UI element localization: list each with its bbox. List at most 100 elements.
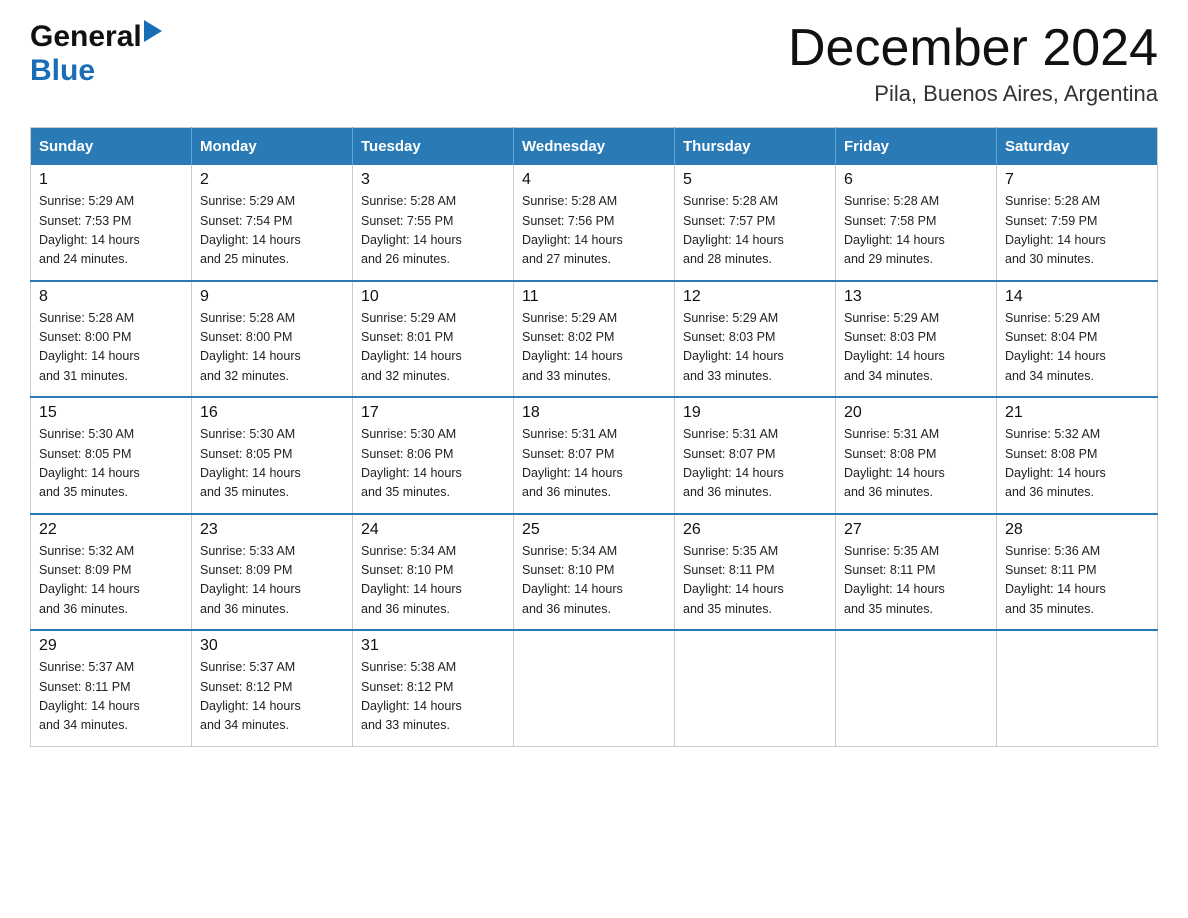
day-info: Sunrise: 5:36 AMSunset: 8:11 PMDaylight:… <box>1005 542 1149 620</box>
logo: General Blue <box>30 20 162 88</box>
day-info: Sunrise: 5:31 AMSunset: 8:08 PMDaylight:… <box>844 425 988 503</box>
day-number: 1 <box>39 171 183 189</box>
day-info: Sunrise: 5:29 AMSunset: 8:01 PMDaylight:… <box>361 309 505 387</box>
calendar-cell: 3 Sunrise: 5:28 AMSunset: 7:55 PMDayligh… <box>353 165 514 281</box>
day-number: 12 <box>683 288 827 306</box>
day-info: Sunrise: 5:33 AMSunset: 8:09 PMDaylight:… <box>200 542 344 620</box>
day-number: 20 <box>844 404 988 422</box>
calendar-cell: 17 Sunrise: 5:30 AMSunset: 8:06 PMDaylig… <box>353 397 514 514</box>
title-block: December 2024 Pila, Buenos Aires, Argent… <box>788 20 1158 107</box>
calendar-cell: 20 Sunrise: 5:31 AMSunset: 8:08 PMDaylig… <box>836 397 997 514</box>
calendar-cell: 6 Sunrise: 5:28 AMSunset: 7:58 PMDayligh… <box>836 165 997 281</box>
day-number: 10 <box>361 288 505 306</box>
day-number: 24 <box>361 521 505 539</box>
day-info: Sunrise: 5:29 AMSunset: 8:04 PMDaylight:… <box>1005 309 1149 387</box>
day-number: 19 <box>683 404 827 422</box>
calendar-week-row: 29 Sunrise: 5:37 AMSunset: 8:11 PMDaylig… <box>31 630 1158 746</box>
page-header: General Blue December 2024 Pila, Buenos … <box>30 20 1158 107</box>
day-number: 9 <box>200 288 344 306</box>
day-info: Sunrise: 5:37 AMSunset: 8:12 PMDaylight:… <box>200 658 344 736</box>
calendar-cell: 29 Sunrise: 5:37 AMSunset: 8:11 PMDaylig… <box>31 630 192 746</box>
calendar-week-row: 1 Sunrise: 5:29 AMSunset: 7:53 PMDayligh… <box>31 165 1158 281</box>
calendar-cell: 4 Sunrise: 5:28 AMSunset: 7:56 PMDayligh… <box>514 165 675 281</box>
calendar-week-row: 15 Sunrise: 5:30 AMSunset: 8:05 PMDaylig… <box>31 397 1158 514</box>
day-info: Sunrise: 5:38 AMSunset: 8:12 PMDaylight:… <box>361 658 505 736</box>
calendar-cell: 25 Sunrise: 5:34 AMSunset: 8:10 PMDaylig… <box>514 514 675 631</box>
calendar-cell: 24 Sunrise: 5:34 AMSunset: 8:10 PMDaylig… <box>353 514 514 631</box>
day-info: Sunrise: 5:31 AMSunset: 8:07 PMDaylight:… <box>683 425 827 503</box>
calendar-cell: 28 Sunrise: 5:36 AMSunset: 8:11 PMDaylig… <box>997 514 1158 631</box>
calendar-cell: 9 Sunrise: 5:28 AMSunset: 8:00 PMDayligh… <box>192 281 353 398</box>
day-number: 31 <box>361 637 505 655</box>
day-info: Sunrise: 5:28 AMSunset: 7:58 PMDaylight:… <box>844 192 988 270</box>
day-info: Sunrise: 5:28 AMSunset: 7:59 PMDaylight:… <box>1005 192 1149 270</box>
day-info: Sunrise: 5:29 AMSunset: 8:02 PMDaylight:… <box>522 309 666 387</box>
day-info: Sunrise: 5:30 AMSunset: 8:05 PMDaylight:… <box>200 425 344 503</box>
calendar-cell: 21 Sunrise: 5:32 AMSunset: 8:08 PMDaylig… <box>997 397 1158 514</box>
day-number: 22 <box>39 521 183 539</box>
day-info: Sunrise: 5:28 AMSunset: 7:56 PMDaylight:… <box>522 192 666 270</box>
page-subtitle: Pila, Buenos Aires, Argentina <box>788 81 1158 107</box>
day-number: 16 <box>200 404 344 422</box>
weekday-header-row: SundayMondayTuesdayWednesdayThursdayFrid… <box>31 128 1158 166</box>
day-number: 26 <box>683 521 827 539</box>
day-info: Sunrise: 5:32 AMSunset: 8:09 PMDaylight:… <box>39 542 183 620</box>
weekday-header-wednesday: Wednesday <box>514 128 675 166</box>
day-info: Sunrise: 5:28 AMSunset: 7:57 PMDaylight:… <box>683 192 827 270</box>
day-number: 13 <box>844 288 988 306</box>
day-info: Sunrise: 5:35 AMSunset: 8:11 PMDaylight:… <box>683 542 827 620</box>
calendar-cell: 1 Sunrise: 5:29 AMSunset: 7:53 PMDayligh… <box>31 165 192 281</box>
calendar-cell: 8 Sunrise: 5:28 AMSunset: 8:00 PMDayligh… <box>31 281 192 398</box>
logo-blue-text: Blue <box>30 54 95 88</box>
day-info: Sunrise: 5:35 AMSunset: 8:11 PMDaylight:… <box>844 542 988 620</box>
calendar-cell <box>514 630 675 746</box>
calendar-cell: 27 Sunrise: 5:35 AMSunset: 8:11 PMDaylig… <box>836 514 997 631</box>
day-number: 8 <box>39 288 183 306</box>
day-number: 28 <box>1005 521 1149 539</box>
weekday-header-thursday: Thursday <box>675 128 836 166</box>
day-info: Sunrise: 5:34 AMSunset: 8:10 PMDaylight:… <box>522 542 666 620</box>
day-number: 11 <box>522 288 666 306</box>
calendar-cell: 13 Sunrise: 5:29 AMSunset: 8:03 PMDaylig… <box>836 281 997 398</box>
day-number: 27 <box>844 521 988 539</box>
day-number: 2 <box>200 171 344 189</box>
calendar-cell <box>997 630 1158 746</box>
calendar-cell: 31 Sunrise: 5:38 AMSunset: 8:12 PMDaylig… <box>353 630 514 746</box>
day-number: 14 <box>1005 288 1149 306</box>
logo-general-text: General <box>30 20 142 54</box>
page-title: December 2024 <box>788 20 1158 77</box>
day-info: Sunrise: 5:32 AMSunset: 8:08 PMDaylight:… <box>1005 425 1149 503</box>
weekday-header-friday: Friday <box>836 128 997 166</box>
calendar-cell: 14 Sunrise: 5:29 AMSunset: 8:04 PMDaylig… <box>997 281 1158 398</box>
calendar-cell: 7 Sunrise: 5:28 AMSunset: 7:59 PMDayligh… <box>997 165 1158 281</box>
day-info: Sunrise: 5:34 AMSunset: 8:10 PMDaylight:… <box>361 542 505 620</box>
calendar-cell: 22 Sunrise: 5:32 AMSunset: 8:09 PMDaylig… <box>31 514 192 631</box>
calendar-cell <box>675 630 836 746</box>
day-number: 17 <box>361 404 505 422</box>
day-number: 30 <box>200 637 344 655</box>
day-number: 5 <box>683 171 827 189</box>
calendar-cell: 5 Sunrise: 5:28 AMSunset: 7:57 PMDayligh… <box>675 165 836 281</box>
calendar-cell: 30 Sunrise: 5:37 AMSunset: 8:12 PMDaylig… <box>192 630 353 746</box>
day-info: Sunrise: 5:37 AMSunset: 8:11 PMDaylight:… <box>39 658 183 736</box>
weekday-header-saturday: Saturday <box>997 128 1158 166</box>
day-number: 29 <box>39 637 183 655</box>
day-info: Sunrise: 5:28 AMSunset: 8:00 PMDaylight:… <box>200 309 344 387</box>
day-info: Sunrise: 5:30 AMSunset: 8:06 PMDaylight:… <box>361 425 505 503</box>
weekday-header-sunday: Sunday <box>31 128 192 166</box>
calendar-week-row: 8 Sunrise: 5:28 AMSunset: 8:00 PMDayligh… <box>31 281 1158 398</box>
calendar-table: SundayMondayTuesdayWednesdayThursdayFrid… <box>30 127 1158 747</box>
day-info: Sunrise: 5:28 AMSunset: 7:55 PMDaylight:… <box>361 192 505 270</box>
calendar-cell <box>836 630 997 746</box>
day-info: Sunrise: 5:29 AMSunset: 8:03 PMDaylight:… <box>844 309 988 387</box>
day-info: Sunrise: 5:29 AMSunset: 8:03 PMDaylight:… <box>683 309 827 387</box>
day-info: Sunrise: 5:28 AMSunset: 8:00 PMDaylight:… <box>39 309 183 387</box>
calendar-cell: 12 Sunrise: 5:29 AMSunset: 8:03 PMDaylig… <box>675 281 836 398</box>
day-info: Sunrise: 5:29 AMSunset: 7:54 PMDaylight:… <box>200 192 344 270</box>
day-number: 25 <box>522 521 666 539</box>
day-number: 6 <box>844 171 988 189</box>
day-info: Sunrise: 5:31 AMSunset: 8:07 PMDaylight:… <box>522 425 666 503</box>
day-info: Sunrise: 5:30 AMSunset: 8:05 PMDaylight:… <box>39 425 183 503</box>
day-number: 3 <box>361 171 505 189</box>
calendar-cell: 23 Sunrise: 5:33 AMSunset: 8:09 PMDaylig… <box>192 514 353 631</box>
